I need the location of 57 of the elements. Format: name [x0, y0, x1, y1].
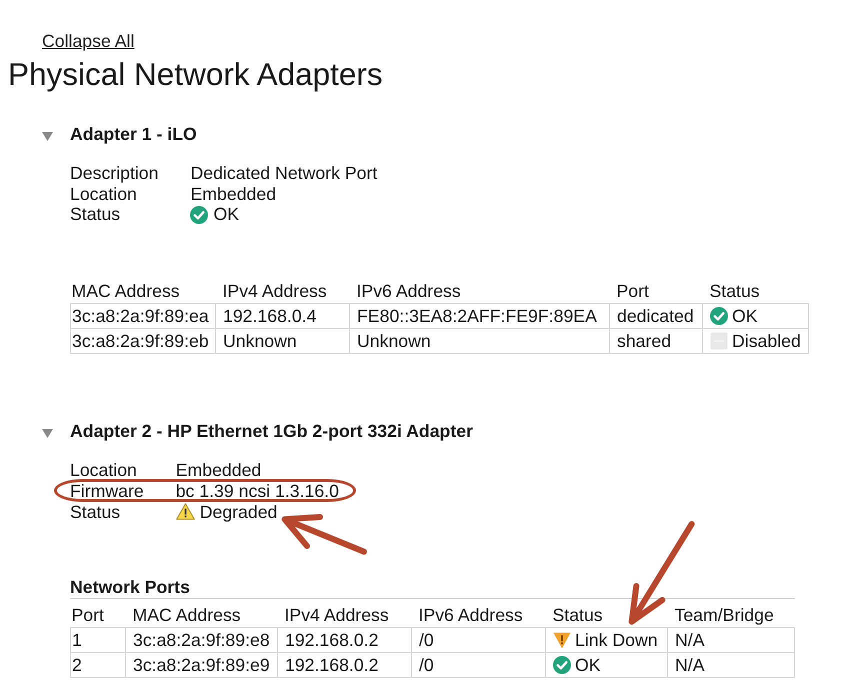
table-cell: 1 — [70, 628, 126, 653]
adapter-heading: Adapter 2 - HP Ethernet 1Gb 2-port 332i Adapter — [70, 420, 473, 442]
table-cell: 192.168.0.2 — [278, 628, 412, 653]
property-label: Location — [70, 184, 138, 204]
property-value: Embedded — [190, 184, 276, 204]
status-text: Link Down — [575, 630, 658, 650]
table-cell: 2 — [70, 652, 126, 678]
check-circle-icon — [553, 656, 571, 674]
table-cell: 3c:a8:2a:9f:89:ea — [70, 304, 216, 329]
column-header: IPv4 Address — [278, 603, 412, 628]
column-header: MAC Address — [126, 603, 278, 628]
table-cell: 3c:a8:2a:9f:89:e9 — [126, 652, 278, 678]
column-header: Team/Bridge — [668, 603, 794, 628]
caret-icon[interactable] — [42, 132, 53, 140]
column-header: IPv6 Address — [412, 603, 546, 628]
table-cell: dedicated — [610, 304, 702, 329]
check-circle-icon — [710, 307, 728, 326]
status-text: OK — [732, 306, 758, 326]
property-label: Status — [70, 204, 122, 226]
table-cell: 192.168.0.4 — [216, 304, 350, 329]
property-label: Location — [70, 460, 138, 481]
warning-icon — [176, 503, 195, 520]
table-cell: FE80::3EA8:2AFF:FE9F:89EA — [350, 304, 610, 329]
column-header: MAC Address — [70, 279, 216, 304]
column-header: Status — [546, 603, 668, 628]
column-header: Status — [702, 279, 808, 304]
property-value: Embedded — [176, 460, 262, 481]
table-cell: /0 — [412, 652, 546, 678]
column-header: IPv4 Address — [216, 279, 350, 304]
table-cell: 3c:a8:2a:9f:89:eb — [70, 328, 216, 354]
property-label: Description — [70, 163, 158, 184]
column-header: Port — [610, 279, 702, 304]
table-cell: Unknown — [216, 328, 350, 354]
table-cell: shared — [610, 328, 702, 354]
table-cell: N/A — [668, 652, 794, 678]
check-circle-icon — [190, 206, 208, 224]
inverted-warning-icon — [553, 632, 571, 649]
table-cell: Unknown — [350, 328, 610, 354]
property-label: Status — [70, 502, 122, 522]
table-cell: 192.168.0.2 — [278, 652, 412, 678]
collapse-all-link[interactable]: Collapse All — [42, 31, 134, 51]
caret-icon[interactable] — [42, 428, 53, 438]
column-header: Port — [70, 603, 126, 628]
property-value: bc 1.39 ncsi 1.3.16.0 — [176, 480, 339, 502]
status-text: Degraded — [200, 502, 278, 522]
status-text: Disabled — [732, 331, 801, 352]
table-caption: Network Ports — [70, 576, 795, 600]
table-cell: /0 — [412, 628, 546, 653]
column-header: IPv6 Address — [350, 279, 610, 304]
table-cell: 3c:a8:2a:9f:89:e8 — [126, 628, 278, 653]
property-value: Dedicated Network Port — [190, 163, 378, 184]
status-text: OK — [575, 655, 601, 676]
property-label: Firmware — [70, 480, 144, 502]
table-cell: N/A — [668, 628, 794, 653]
status-text: OK — [213, 204, 240, 226]
page-title: Physical Network Adapters — [8, 56, 384, 92]
adapter-heading: Adapter 1 - iLO — [70, 123, 197, 145]
